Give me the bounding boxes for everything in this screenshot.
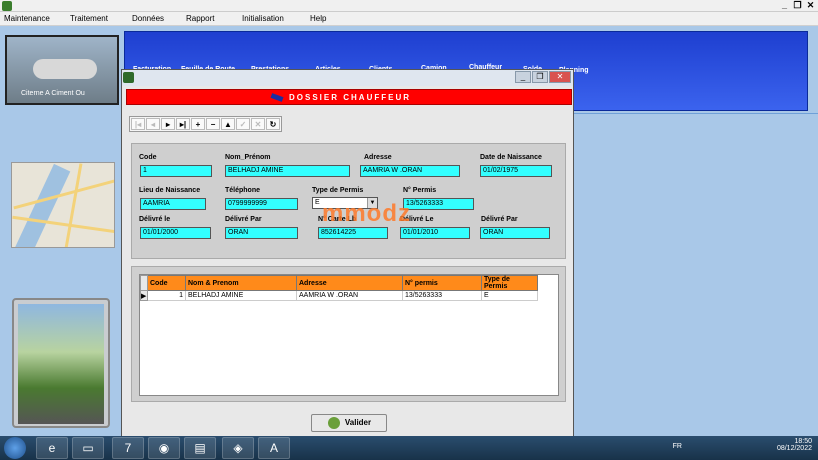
language-indicator[interactable]: FR xyxy=(673,443,682,450)
menu-maintenance[interactable]: Maintenance xyxy=(4,14,50,23)
close-icon[interactable]: ✕ xyxy=(805,0,816,11)
ie-icon[interactable]: e xyxy=(36,437,68,459)
delivre-par-label: Délivré Par xyxy=(225,216,262,223)
nav-refresh-button[interactable]: ↻ xyxy=(266,118,280,130)
col-code[interactable]: Code xyxy=(147,275,186,291)
grid-header-row: Code Nom & Prenom Adresse N° permis Type… xyxy=(140,275,538,291)
nom-label: Nom_Prénom xyxy=(225,154,271,161)
restore-icon[interactable]: ❐ xyxy=(792,0,803,11)
valider-label: Valider xyxy=(344,418,372,427)
menu-traitement[interactable]: Traitement xyxy=(70,14,108,23)
clock-time[interactable]: 18:50 xyxy=(777,438,812,445)
num-permis-field[interactable]: 13/5263333 xyxy=(403,198,474,210)
photo-caption: Citerne A Ciment Ou xyxy=(21,90,85,97)
app-taskbar-icon[interactable]: ◈ xyxy=(222,437,254,459)
col-nom[interactable]: Nom & Prenom xyxy=(185,275,297,291)
adresse-label: Adresse xyxy=(364,154,392,161)
valider-icon xyxy=(328,417,340,429)
watermark-text: mmodz xyxy=(322,200,411,227)
code-field[interactable]: 1 xyxy=(140,165,212,177)
nav-first-button[interactable]: |◂ xyxy=(131,118,145,130)
dialog-titlebar: _ ❐ ✕ xyxy=(122,70,573,86)
delivre-par2-label: Délivré Par xyxy=(481,216,518,223)
clock-date[interactable]: 08/12/2022 xyxy=(777,445,812,452)
telephone-label: Téléphone xyxy=(225,187,261,194)
adresse-field[interactable]: AAMRIA W .ORAN xyxy=(360,165,460,177)
code-label: Code xyxy=(139,154,157,161)
menu-help[interactable]: Help xyxy=(310,14,326,23)
col-adresse[interactable]: Adresse xyxy=(296,275,403,291)
start-button[interactable] xyxy=(4,437,26,459)
record-navigator: |◂ ◂ ▸ ▸| + − ▲ ✓ ✕ ↻ xyxy=(129,116,282,132)
explorer-icon[interactable]: ▭ xyxy=(72,437,104,459)
type-permis-label: Type de Permis xyxy=(312,187,364,194)
menu-bar: Maintenance Traitement Données Rapport I… xyxy=(0,12,818,26)
nav-prev-button[interactable]: ◂ xyxy=(146,118,160,130)
driver-icon xyxy=(270,93,284,102)
dialog-restore-icon[interactable]: ❐ xyxy=(532,71,548,83)
font-app-icon[interactable]: A xyxy=(258,437,290,459)
carte-field[interactable]: 852614225 xyxy=(318,227,388,239)
banner-title: DOSSIER CHAUFFEUR xyxy=(289,93,412,102)
cell-type-permis[interactable]: E xyxy=(481,290,538,301)
dossier-chauffeur-dialog: _ ❐ ✕ DOSSIER CHAUFFEUR |◂ ◂ ▸ ▸| + − ▲ … xyxy=(121,69,574,437)
delivre-le2-field[interactable]: 01/01/2010 xyxy=(400,227,470,239)
type-permis-value: E xyxy=(315,199,320,206)
current-row-indicator-icon: ▶ xyxy=(140,290,148,301)
nav-next-button[interactable]: ▸ xyxy=(161,118,175,130)
telephone-field[interactable]: 0799999999 xyxy=(225,198,298,210)
naissance-date-field[interactable]: 01/02/1975 xyxy=(480,165,552,177)
delivre-le-label: Délivré le xyxy=(139,216,171,223)
cell-nom[interactable]: BELHADJ AMINE xyxy=(185,290,297,301)
cell-permis[interactable]: 13/5263333 xyxy=(402,290,482,301)
cell-adresse[interactable]: AAMRIA W .ORAN xyxy=(296,290,403,301)
dialog-icon xyxy=(123,72,134,83)
truck-photo: Citerne A Ciment Ou xyxy=(5,35,119,105)
nav-add-button[interactable]: + xyxy=(191,118,205,130)
delivre-par-field[interactable]: ORAN xyxy=(225,227,298,239)
network-app-icon[interactable]: ▤ xyxy=(184,437,216,459)
dialog-minimize-icon[interactable]: _ xyxy=(515,71,531,83)
7zip-icon[interactable]: 7 xyxy=(112,437,144,459)
system-tray: FR 18:50 08/12/2022 xyxy=(673,438,812,452)
taskbar: e ▭ 7 ◉ ▤ ◈ A FR 18:50 08/12/2022 xyxy=(0,436,818,460)
nav-delete-button[interactable]: − xyxy=(206,118,220,130)
laptop-image xyxy=(12,298,110,428)
naissance-date-label: Date de Naissance xyxy=(480,154,542,161)
watermark: mmodz xyxy=(322,200,411,228)
cell-code[interactable]: 1 xyxy=(147,290,186,301)
lieu-field[interactable]: AAMRIA xyxy=(140,198,206,210)
nom-field[interactable]: BELHADJ AMINE xyxy=(225,165,350,177)
row-header-corner xyxy=(140,275,148,291)
valider-button[interactable]: Valider xyxy=(311,414,387,432)
minimize-icon[interactable]: _ xyxy=(779,0,790,11)
delivre-par2-field[interactable]: ORAN xyxy=(480,227,550,239)
lieu-label: Lieu de Naissance xyxy=(139,187,201,194)
nav-last-button[interactable]: ▸| xyxy=(176,118,190,130)
nav-edit-button[interactable]: ▲ xyxy=(221,118,235,130)
nav-post-button[interactable]: ✓ xyxy=(236,118,250,130)
app-titlebar: _ ❐ ✕ xyxy=(0,0,818,12)
delivre-le-field[interactable]: 01/01/2000 xyxy=(140,227,211,239)
col-type-permis[interactable]: Type de Permis xyxy=(481,275,538,291)
nav-cancel-button[interactable]: ✕ xyxy=(251,118,265,130)
menu-rapport[interactable]: Rapport xyxy=(186,14,214,23)
num-permis-label: N° Permis xyxy=(403,187,437,194)
menu-donnees[interactable]: Données xyxy=(132,14,164,23)
chrome-icon[interactable]: ◉ xyxy=(148,437,180,459)
menu-initialisation[interactable]: Initialisation xyxy=(242,14,284,23)
drivers-grid[interactable]: Code Nom & Prenom Adresse N° permis Type… xyxy=(139,274,559,396)
dialog-close-icon[interactable]: ✕ xyxy=(549,71,571,83)
dialog-banner: DOSSIER CHAUFFEUR xyxy=(126,89,572,105)
col-permis[interactable]: N° permis xyxy=(402,275,482,291)
grid-panel: Code Nom & Prenom Adresse N° permis Type… xyxy=(131,266,566,402)
map-image xyxy=(11,162,115,248)
app-icon xyxy=(2,1,12,11)
table-row[interactable]: ▶ 1 BELHADJ AMINE AAMRIA W .ORAN 13/5263… xyxy=(140,290,538,301)
